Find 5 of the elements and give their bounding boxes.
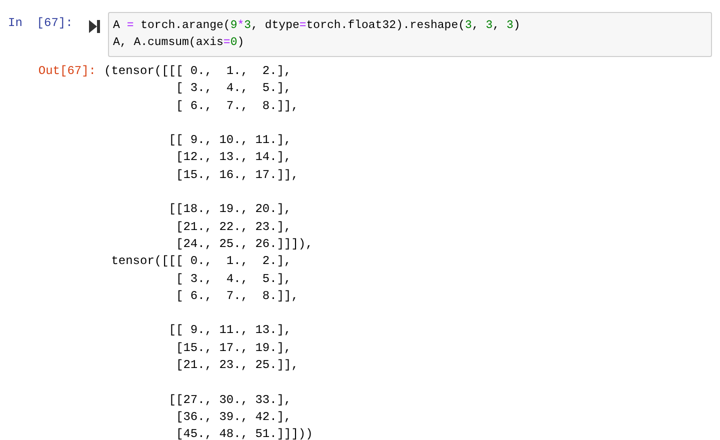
output-text: (tensor([[[ 0., 1., 2.], [ 3., 4., 5.], [ 6., 7., 8.]], [[ 9., 10., 11.], [12., 13., 14.], [15., 16., 17.]], [[18., 19., 20.], [21., 22., 23.], [24., 25., 26.]]]), tensor([[[ 0., 1., 2.], [ 3., 4., 5.], [ 6., 7., 8.]], [[ 9., 11., 13.], [15., 17., 19.], [21., 23., 25.]], [[27., 30., 33.], [36., 39., 42.], [45., 48., 51.]]])) xyxy=(104,63,313,440)
run-icon[interactable] xyxy=(89,20,100,33)
output-prompt: Out[67]: xyxy=(38,63,96,80)
code-input[interactable]: A = torch.arange(9*3, dtype=torch.float32).reshape(3, 3, 3) A, A.cumsum(axis=0) xyxy=(108,12,712,57)
input-prompt: In [67]: xyxy=(8,15,73,32)
